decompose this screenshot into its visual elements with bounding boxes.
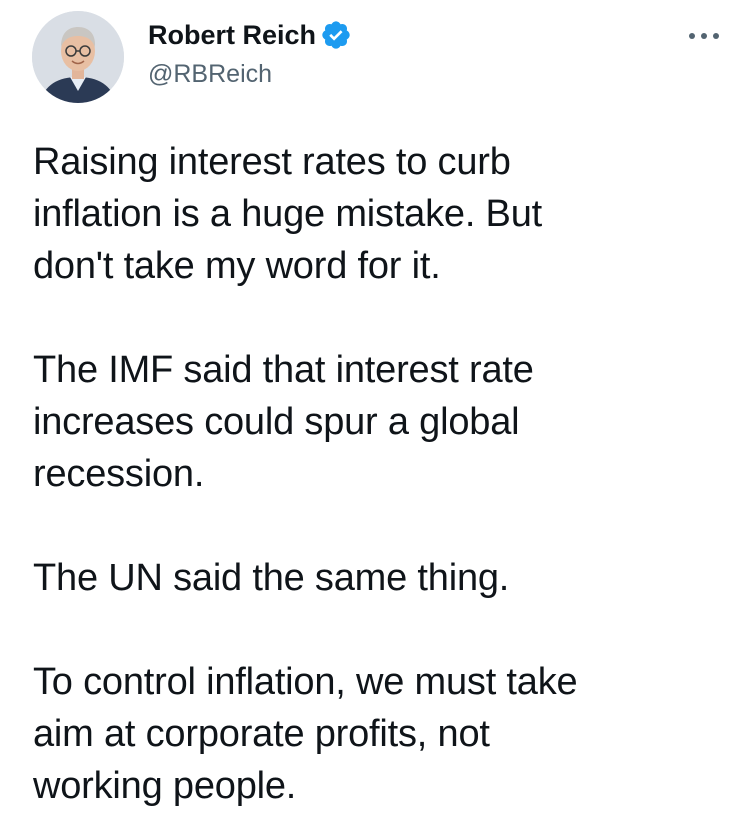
author-name[interactable]: Robert Reich [148, 18, 316, 52]
author-handle[interactable]: @RBReich [148, 58, 272, 90]
tweet-card: Robert Reich @RBReich Raising interest r… [0, 0, 750, 840]
tweet-paragraph: Raising interest rates to curb inflation… [33, 141, 542, 287]
profile-photo-icon [32, 11, 124, 103]
verified-badge-icon [322, 21, 350, 49]
tweet-text: Raising interest rates to curb inflation… [33, 136, 733, 812]
more-options-button[interactable] [682, 22, 726, 50]
tweet-paragraph: The UN said the same thing. [33, 557, 510, 599]
tweet-paragraph: The IMF said that interest rate increase… [33, 349, 534, 495]
ellipsis-icon [689, 33, 719, 39]
author-avatar[interactable] [32, 11, 124, 103]
tweet-paragraph: To control inflation, we must take aim a… [33, 661, 578, 807]
